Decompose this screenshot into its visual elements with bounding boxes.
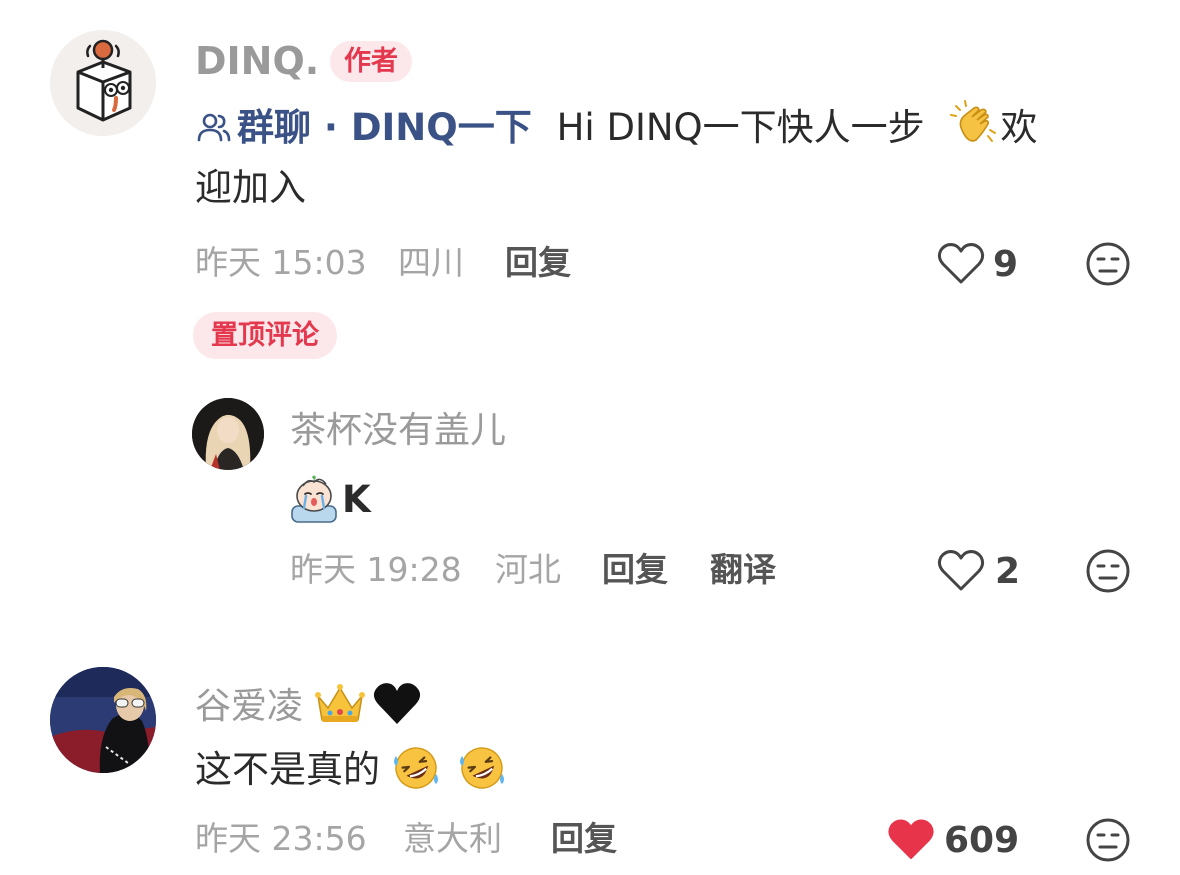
reply-button[interactable]: 回复 bbox=[602, 553, 668, 586]
reply-button[interactable]: 回复 bbox=[505, 246, 571, 279]
avatar-guailing[interactable] bbox=[50, 667, 156, 773]
comment-location: 河北 bbox=[495, 550, 561, 589]
rolling-on-floor-laughing-emoji bbox=[393, 747, 438, 789]
heart-outline-icon[interactable] bbox=[937, 549, 985, 593]
neutral-face-icon[interactable] bbox=[1085, 241, 1131, 287]
neutral-face-icon[interactable] bbox=[1085, 548, 1131, 594]
comment-text-line2: 迎加入 bbox=[195, 166, 306, 209]
clapping-hands-emoji bbox=[950, 100, 997, 142]
reply-button[interactable]: 回复 bbox=[551, 822, 617, 855]
comment-location: 四川 bbox=[398, 243, 464, 282]
comment-text-line1: Hi DINQ一下快人一步 bbox=[556, 106, 925, 149]
crying-sticker-emoji bbox=[291, 475, 337, 523]
black-heart-emoji bbox=[374, 683, 421, 724]
crown-emoji bbox=[315, 684, 366, 722]
comment-text: 这不是真的 bbox=[195, 740, 506, 800]
comment-text: 群聊 · DINQ一下 Hi DINQ一下快人一步 欢 迎加入 bbox=[195, 98, 1037, 218]
heart-filled-icon[interactable] bbox=[887, 818, 935, 862]
avatar-chabei[interactable] bbox=[192, 398, 264, 470]
heart-outline-icon[interactable] bbox=[937, 242, 985, 286]
comment-username-text[interactable]: 谷爱凌 bbox=[195, 686, 303, 727]
comment-location: 意大利 bbox=[403, 819, 502, 858]
group-chat-link[interactable]: 群聊 · DINQ一下 bbox=[195, 106, 545, 149]
comment-time: 昨天 15:03 bbox=[195, 243, 367, 282]
like-count: 2 bbox=[995, 551, 1021, 592]
comment-text-line1-tail: 欢 bbox=[1000, 106, 1038, 149]
user-photo-icon bbox=[50, 667, 156, 773]
rolling-on-floor-laughing-emoji bbox=[459, 747, 504, 789]
dinq-logo-icon bbox=[50, 30, 156, 136]
like-count: 9 bbox=[993, 244, 1019, 285]
people-icon bbox=[197, 113, 231, 142]
author-badge: 作者 bbox=[330, 41, 412, 82]
like-count: 609 bbox=[944, 820, 1020, 861]
group-link-label[interactable]: 群聊 · DINQ一下 bbox=[237, 106, 532, 149]
comment-text: K bbox=[288, 470, 371, 530]
comment-time: 昨天 19:28 bbox=[290, 550, 462, 589]
comment-username[interactable]: DINQ. bbox=[195, 42, 319, 80]
comment-username[interactable]: 谷爱凌 bbox=[195, 682, 422, 726]
comment-text-body: 这不是真的 bbox=[195, 748, 380, 791]
comment-username[interactable]: 茶杯没有盖儿 bbox=[290, 413, 506, 449]
neutral-face-icon[interactable] bbox=[1085, 817, 1131, 863]
translate-button[interactable]: 翻译 bbox=[710, 553, 776, 586]
user-photo-icon bbox=[192, 398, 264, 470]
comment-text-body: K bbox=[342, 478, 371, 521]
pinned-comment-badge: 置顶评论 bbox=[193, 312, 337, 359]
comment-time: 昨天 23:56 bbox=[195, 819, 367, 858]
avatar-dinq[interactable] bbox=[50, 30, 156, 136]
